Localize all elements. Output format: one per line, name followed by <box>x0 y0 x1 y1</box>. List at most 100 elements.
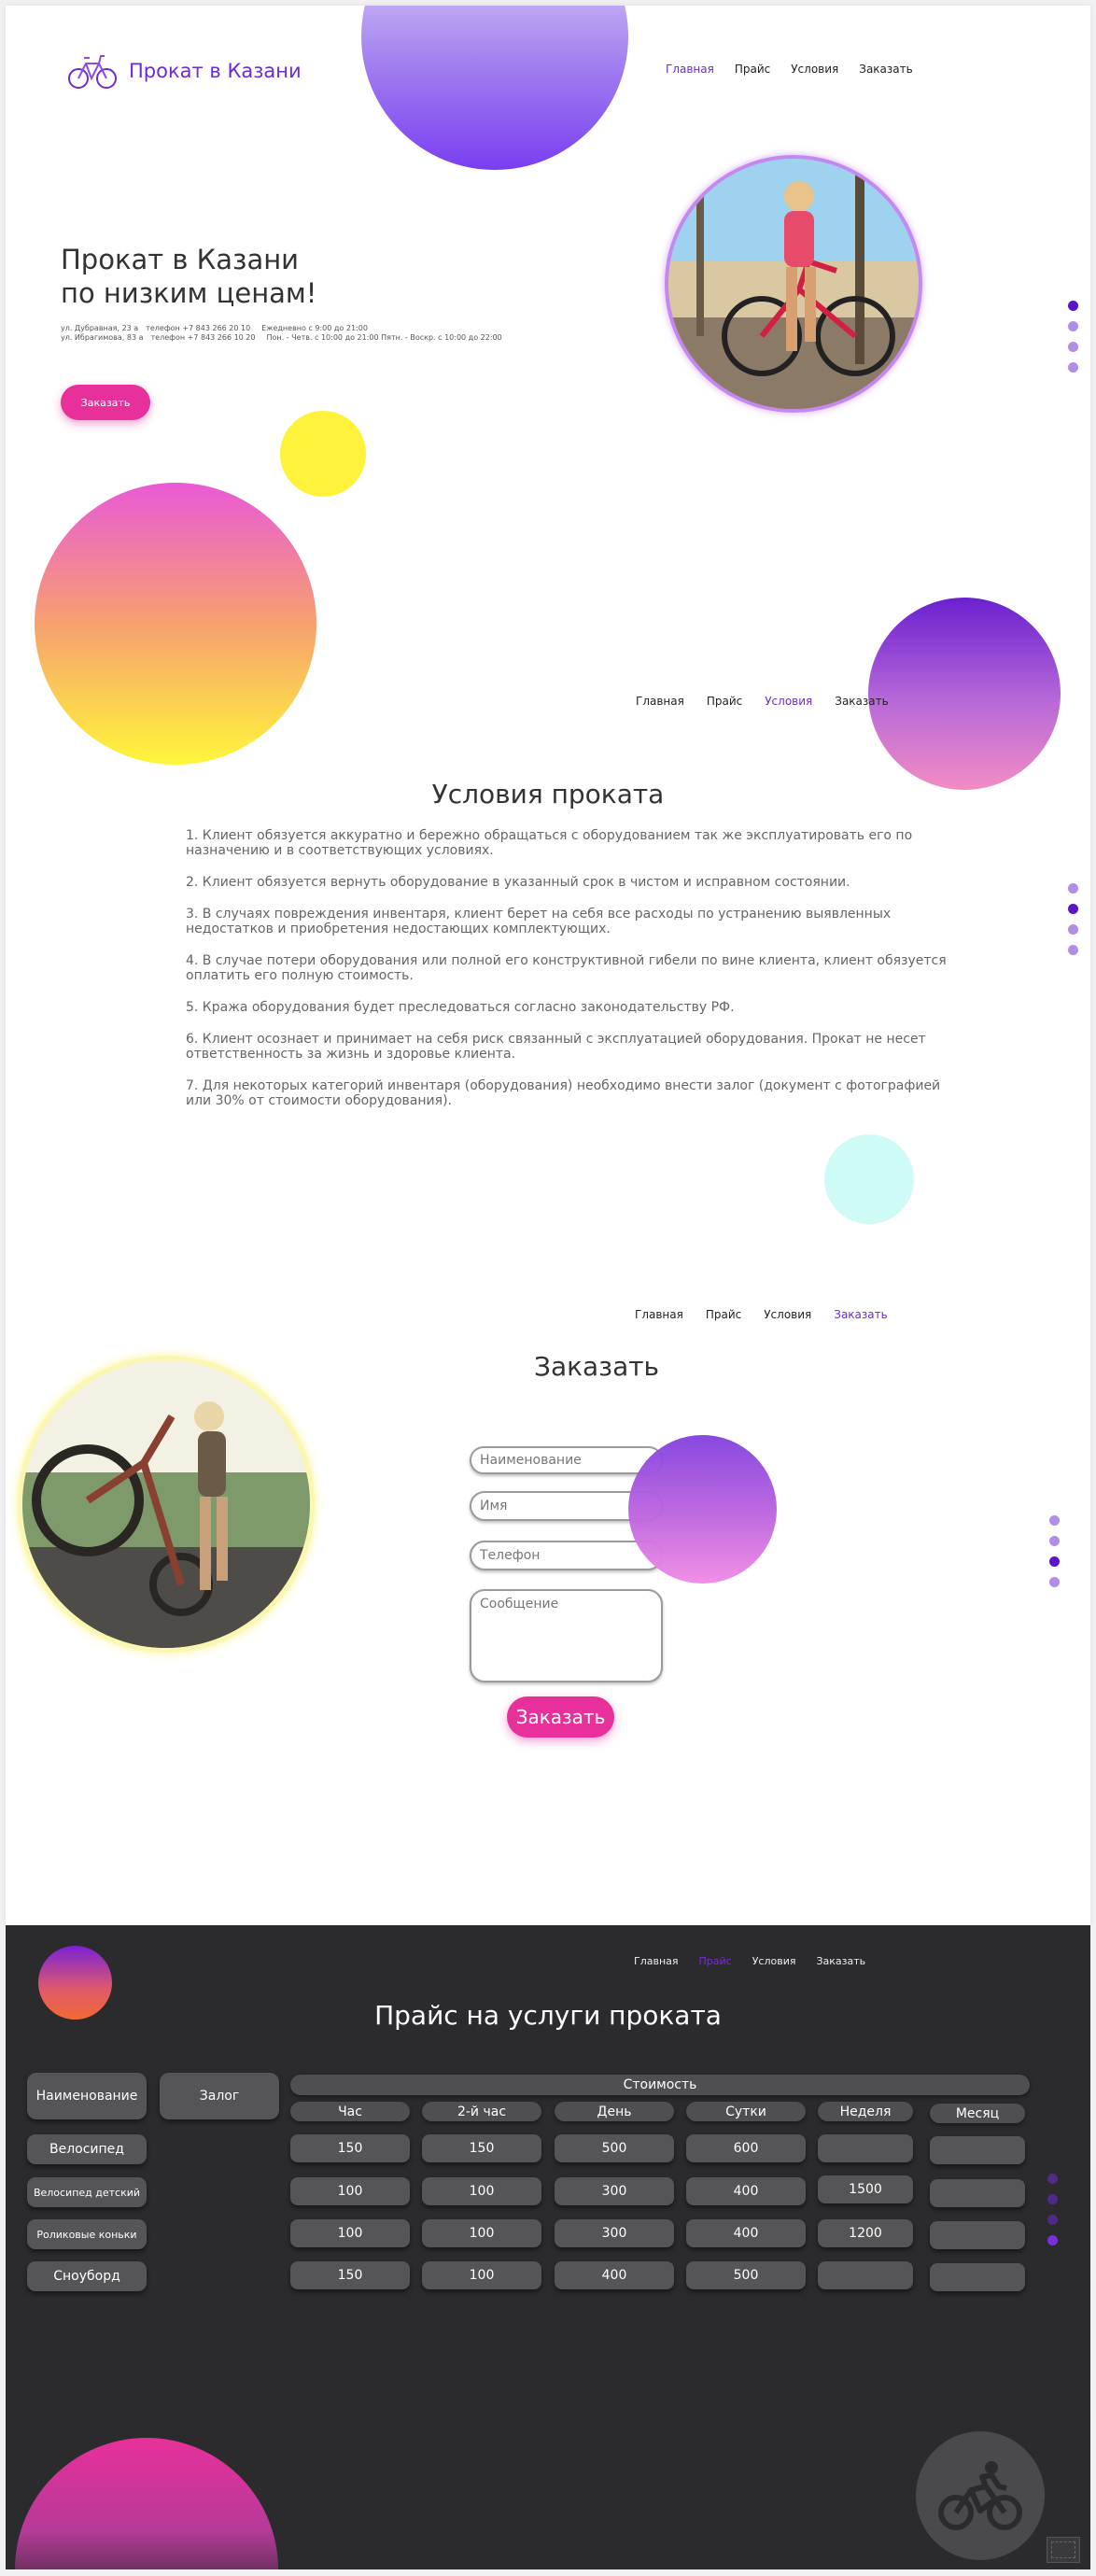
order-nav: Главная Прайс Условия Заказать <box>635 1308 888 1321</box>
price-cell <box>818 2261 913 2289</box>
cyan-circle <box>824 1134 914 1224</box>
row-label: Велосипед <box>27 2134 147 2164</box>
nav-conditions[interactable]: Условия <box>765 695 812 708</box>
nav-order[interactable]: Заказать <box>859 63 912 76</box>
slide-dot-1[interactable] <box>1068 301 1078 311</box>
hero-title-line2: по низким ценам! <box>61 277 317 309</box>
slide-dot-2[interactable] <box>1049 1536 1060 1546</box>
price-cell: 400 <box>686 2219 806 2247</box>
col-header-period: Час <box>290 2102 410 2121</box>
pink-yellow-circle <box>35 483 316 765</box>
nav-price[interactable]: Прайс <box>707 695 742 708</box>
nav-order[interactable]: Заказать <box>835 695 888 708</box>
col-header-period: Месяц <box>930 2104 1025 2123</box>
slide-dot-4[interactable] <box>1068 362 1078 373</box>
phone-1[interactable]: телефон +7 843 266 20 10 <box>146 324 250 333</box>
cyclist-icon <box>938 2461 1022 2530</box>
price-cell: 400 <box>686 2177 806 2205</box>
col-header-cost: Стоимость <box>290 2075 1030 2095</box>
nav-price[interactable]: Прайс <box>699 1955 732 1967</box>
purple-pink-circle <box>868 598 1061 790</box>
price-section: Главная Прайс Условия Заказать Прайс на … <box>6 1925 1090 2569</box>
phone-2[interactable]: телефон +7 843 266 10 20 <box>151 333 256 343</box>
product-select[interactable]: Наименование ⌄ <box>470 1446 663 1474</box>
nav-home[interactable]: Главная <box>666 63 714 76</box>
nav-conditions[interactable]: Условия <box>764 1308 811 1321</box>
product-select-value: Наименование <box>480 1453 582 1468</box>
slide-dot-4[interactable] <box>1068 945 1078 955</box>
nav-price[interactable]: Прайс <box>735 63 770 76</box>
price-cell: 100 <box>422 2177 541 2205</box>
conditions-list: 1. Клиент обязуется аккуратно и бережно … <box>186 828 951 1125</box>
hours-1: Ежедневно с 9:00 до 21:00 <box>261 324 368 332</box>
nav-home[interactable]: Главная <box>635 1308 683 1321</box>
logo[interactable] <box>67 50 118 91</box>
price-cell <box>930 2221 1025 2249</box>
price-cell: 1500 <box>818 2175 913 2203</box>
top-nav: Главная Прайс Условия Заказать <box>666 63 913 76</box>
price-cell: 400 <box>555 2261 674 2289</box>
order-title: Заказать <box>534 1351 660 1382</box>
slide-dot-1[interactable] <box>1049 1515 1060 1526</box>
price-cell: 150 <box>422 2134 541 2162</box>
order-submit-button[interactable]: Заказать <box>507 1696 614 1738</box>
row-label: Сноуборд <box>27 2261 147 2291</box>
slide-dot-2[interactable] <box>1068 321 1078 331</box>
slide-dot-1[interactable] <box>1068 883 1078 894</box>
nav-home[interactable]: Главная <box>636 695 684 708</box>
brand-name[interactable]: Прокат в Казани <box>129 60 302 82</box>
conditions-nav: Главная Прайс Условия Заказать <box>636 695 889 708</box>
price-cell <box>818 2134 913 2162</box>
slide-dot-3[interactable] <box>1068 924 1078 935</box>
nav-order[interactable]: Заказать <box>834 1308 887 1321</box>
condition-item: 6. Клиент осознает и принимает на себя р… <box>186 1032 926 1062</box>
slide-dot-3[interactable] <box>1049 1556 1060 1567</box>
slide-dot-3[interactable] <box>1068 342 1078 352</box>
bottom-pink-circle <box>15 2438 278 2569</box>
row-label: Велосипед детский <box>27 2177 147 2207</box>
price-cell: 150 <box>290 2261 410 2289</box>
slide-dot-2[interactable] <box>1047 2194 1058 2204</box>
address-2: ул. Ибрагимова, 83 а <box>61 333 144 342</box>
slide-dot-4[interactable] <box>1047 2235 1058 2245</box>
condition-item: 7. Для некоторых категорий инвентаря (об… <box>186 1078 941 1108</box>
slide-dot-3[interactable] <box>1047 2215 1058 2225</box>
nav-conditions[interactable]: Условия <box>791 63 838 76</box>
nav-conditions[interactable]: Условия <box>752 1955 796 1967</box>
main-card: Прокат в Казани Главная Прайс Условия За… <box>6 6 1090 1925</box>
condition-item: 3. В случаях повреждения инвентаря, клие… <box>186 907 892 936</box>
yellow-circle <box>280 411 366 497</box>
row-label: Роликовые коньки <box>27 2219 147 2249</box>
price-cell: 600 <box>686 2134 806 2162</box>
nav-price[interactable]: Прайс <box>706 1308 741 1321</box>
price-title: Прайс на услуги проката <box>374 2000 722 2031</box>
top-purple-circle <box>361 6 628 170</box>
hero-order-button[interactable]: Заказать <box>61 385 150 420</box>
nav-home[interactable]: Главная <box>634 1955 679 1967</box>
col-header-name: Наименование <box>27 2073 147 2119</box>
price-cell: 500 <box>686 2261 806 2289</box>
condition-item: 4. В случае потери оборудования или полн… <box>186 953 947 983</box>
hero-title-line1: Прокат в Казани <box>61 244 300 275</box>
hero-title: Прокат в Казани по низким ценам! <box>61 243 316 310</box>
price-cell <box>930 2136 1025 2164</box>
message-textarea[interactable]: Сообщение <box>470 1589 663 1682</box>
slide-dot-1[interactable] <box>1047 2174 1058 2184</box>
slide-dot-4[interactable] <box>1049 1577 1060 1587</box>
hero-photo <box>665 155 922 413</box>
price-cell: 300 <box>555 2219 674 2247</box>
price-cell <box>930 2179 1025 2207</box>
price-cell: 150 <box>290 2134 410 2162</box>
price-nav: Главная Прайс Условия Заказать <box>634 1955 865 1967</box>
price-cell: 300 <box>555 2177 674 2205</box>
price-cell: 100 <box>290 2177 410 2205</box>
price-cell: 100 <box>422 2261 541 2289</box>
cyclist-badge[interactable] <box>916 2431 1045 2560</box>
phone-input[interactable]: Телефон <box>470 1541 663 1570</box>
col-header-period: Сутки <box>686 2102 806 2121</box>
col-header-period: День <box>555 2102 674 2121</box>
slide-dot-2[interactable] <box>1068 904 1078 914</box>
bicycle-girl-picture <box>668 159 919 409</box>
nav-order[interactable]: Заказать <box>816 1955 865 1967</box>
price-cell: 1200 <box>818 2219 913 2247</box>
